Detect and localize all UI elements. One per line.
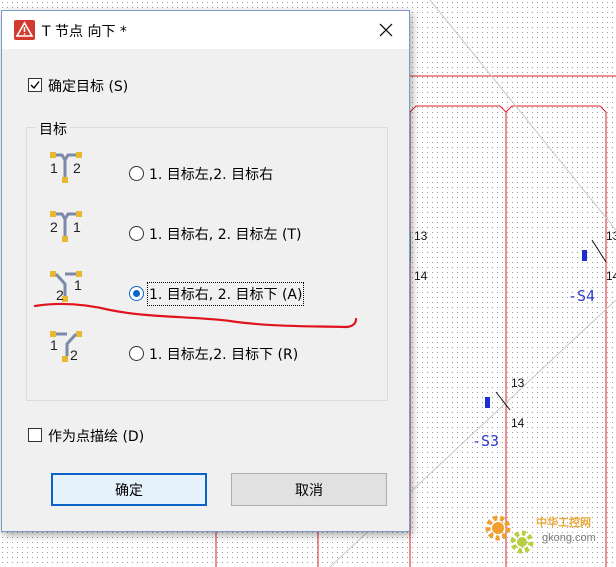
target-group-title: 目标 bbox=[36, 119, 70, 139]
option-left-down-label[interactable]: 1. 目标左,2. 目标下 (R) bbox=[149, 344, 298, 364]
t-junction-right-left-icon: 2 1 bbox=[50, 211, 82, 242]
terminal-label: 14 bbox=[606, 269, 616, 283]
option-left-right-radio[interactable] bbox=[129, 166, 144, 181]
draw-as-point-label[interactable]: 作为点描绘 (D) bbox=[48, 426, 144, 446]
switch-actuator bbox=[582, 250, 587, 261]
terminal-label: 14 bbox=[414, 269, 428, 283]
option-right-left-radio[interactable] bbox=[129, 226, 144, 241]
close-button[interactable] bbox=[363, 11, 409, 49]
svg-text:1: 1 bbox=[73, 219, 81, 235]
option-left-right-label[interactable]: 1. 目标左,2. 目标右 bbox=[149, 164, 273, 184]
switch-contact bbox=[591, 239, 607, 263]
svg-text:2: 2 bbox=[73, 160, 81, 176]
t-junction-right-down-icon: 2 1 bbox=[50, 271, 82, 303]
dialog-title: T 节点 向下 * bbox=[42, 24, 127, 40]
warning-app-icon bbox=[14, 20, 35, 40]
terminal-label: 13 bbox=[414, 229, 428, 243]
confirm-target-checkbox[interactable] bbox=[28, 78, 42, 92]
cancel-button[interactable]: 取消 bbox=[231, 473, 387, 506]
svg-text:2: 2 bbox=[56, 287, 64, 303]
watermark-title: 中华工控网 bbox=[536, 516, 591, 529]
watermark: 中华工控网 gkong.com bbox=[480, 510, 612, 556]
terminal-label: 13 bbox=[606, 229, 616, 243]
wire bbox=[409, 105, 507, 113]
svg-text:2: 2 bbox=[70, 347, 78, 363]
device-tag[interactable]: -S4 bbox=[568, 287, 595, 305]
watermark-url: gkong.com bbox=[542, 532, 596, 544]
gear-logo-icon bbox=[485, 515, 534, 554]
option-right-down-label[interactable]: 1. 目标右, 2. 目标下 (A) bbox=[146, 282, 305, 306]
option-right-left-label[interactable]: 1. 目标右, 2. 目标左 (T) bbox=[149, 224, 301, 244]
confirm-target-label[interactable]: 确定目标 (S) bbox=[48, 76, 128, 96]
t-node-dialog: T 节点 向下 * 确定目标 (S) 目标 1 2 1. 目标左,2. 目标右 … bbox=[1, 10, 410, 532]
t-junction-left-right-icon: 1 2 bbox=[50, 152, 82, 183]
t-junction-left-down-icon: 1 2 bbox=[50, 331, 82, 363]
switch-actuator bbox=[485, 397, 490, 408]
svg-text:1: 1 bbox=[50, 160, 58, 176]
ok-button[interactable]: 确定 bbox=[51, 473, 207, 506]
wire bbox=[505, 105, 607, 113]
terminal-label: 14 bbox=[511, 416, 525, 430]
checkmark-icon bbox=[30, 81, 40, 90]
svg-text:1: 1 bbox=[50, 337, 58, 353]
terminal-label: 13 bbox=[511, 376, 525, 390]
close-icon bbox=[379, 23, 393, 37]
title-bar[interactable]: T 节点 向下 * bbox=[2, 11, 409, 49]
device-tag[interactable]: -S3 bbox=[472, 432, 499, 450]
option-right-down-radio[interactable] bbox=[129, 286, 144, 301]
draw-as-point-checkbox[interactable] bbox=[28, 428, 42, 442]
svg-text:2: 2 bbox=[50, 219, 58, 235]
svg-text:1: 1 bbox=[74, 277, 82, 293]
option-left-down-radio[interactable] bbox=[129, 346, 144, 361]
